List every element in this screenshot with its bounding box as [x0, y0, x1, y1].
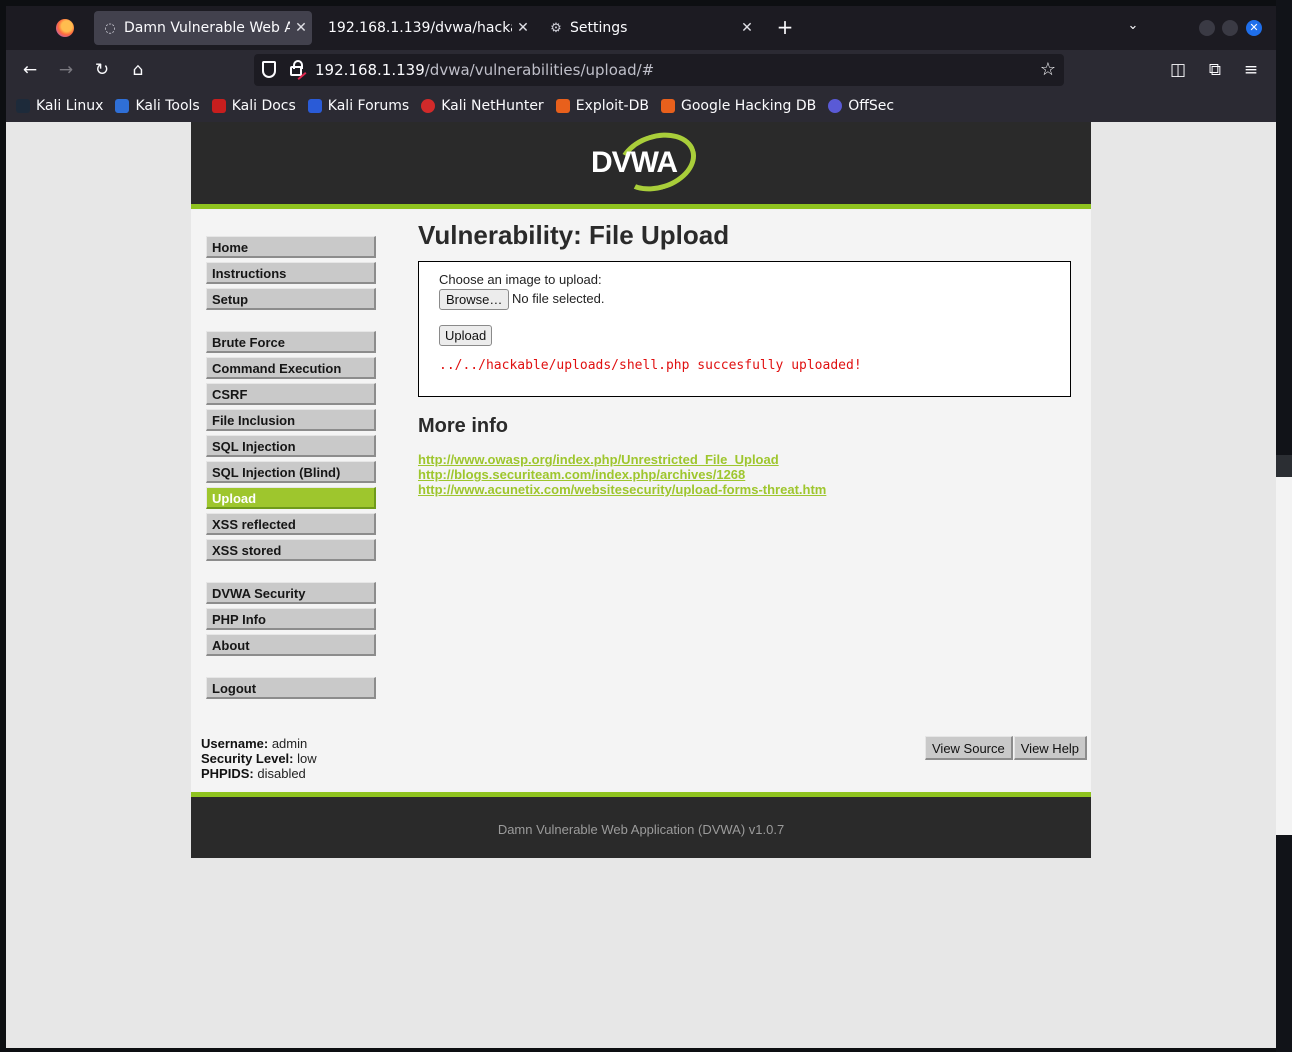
menu-item-xss-reflected[interactable]: XSS reflected	[206, 513, 376, 535]
dvwa-container: DVWA Home Instructions Setup Brute Force…	[191, 122, 1091, 858]
page-title: Vulnerability: File Upload	[418, 220, 730, 250]
menu-item-dvwa-security[interactable]: DVWA Security	[206, 582, 376, 604]
bookmark-kali-docs[interactable]: Kali Docs	[211, 98, 296, 114]
forward-arrow-icon[interactable]: →	[54, 58, 78, 82]
new-tab-button[interactable]: +	[774, 17, 796, 39]
insecure-lock-icon[interactable]	[290, 60, 303, 76]
exploit-db-icon	[555, 99, 570, 113]
sidebar-menu: Home Instructions Setup Brute Force Comm…	[206, 236, 376, 703]
address-bar[interactable]: 192.168.1.139/dvwa/vulnerabilities/uploa…	[254, 54, 1064, 86]
reload-icon[interactable]: ↻	[90, 58, 114, 82]
tab-label: Settings	[570, 20, 628, 36]
pocket-icon[interactable]: ◫	[1166, 58, 1190, 82]
close-window-button[interactable]: ✕	[1246, 20, 1262, 36]
navigation-toolbar: ← → ↻ ⌂ 192.168.1.139/dvwa/vulnerabiliti…	[6, 50, 1276, 90]
ghdb-icon	[660, 99, 675, 113]
no-file-selected-text: No file selected.	[512, 291, 605, 306]
tab-dvwa[interactable]: ◌ Damn Vulnerable Web Ap ✕	[94, 11, 312, 45]
upload-button[interactable]: Upload	[439, 325, 493, 346]
bookmark-kali-tools[interactable]: Kali Tools	[115, 98, 200, 114]
tab-label: 192.168.1.139/dvwa/hackable	[328, 20, 512, 36]
background-window	[1276, 455, 1292, 835]
dvwa-favicon-icon: ◌	[104, 20, 116, 36]
acunetix-link[interactable]: http://www.acunetix.com/websitesecurity/…	[418, 482, 1078, 497]
menu-item-xss-stored[interactable]: XSS stored	[206, 539, 376, 561]
home-icon[interactable]: ⌂	[126, 58, 150, 82]
tab-settings[interactable]: ⚙ Settings ✕	[540, 11, 758, 45]
offsec-icon	[828, 99, 843, 113]
menu-item-upload[interactable]: Upload	[206, 487, 376, 509]
bookmark-star-icon[interactable]: ☆	[1040, 59, 1056, 80]
kali-dragon-icon	[16, 99, 30, 113]
bookmark-google-hacking-db[interactable]: Google Hacking DB	[660, 98, 816, 114]
menu-item-logout[interactable]: Logout	[206, 677, 376, 699]
dvwa-logo: DVWA	[587, 123, 704, 201]
tracking-shield-icon[interactable]	[262, 61, 276, 78]
minimize-button[interactable]	[1199, 20, 1215, 36]
tab-bar: ◌ Damn Vulnerable Web Ap ✕ 192.168.1.139…	[6, 6, 1276, 50]
user-info: Username: admin Security Level: low PHPI…	[201, 736, 317, 781]
source-help-buttons: View Source View Help	[925, 736, 1088, 760]
footer-text: Damn Vulnerable Web Application (DVWA) v…	[497, 822, 785, 837]
close-tab-icon[interactable]: ✕	[512, 20, 534, 36]
menu-item-command-execution[interactable]: Command Execution	[206, 357, 376, 379]
nethunter-icon	[421, 99, 436, 113]
menu-item-php-info[interactable]: PHP Info	[206, 608, 376, 630]
more-info-links: http://www.owasp.org/index.php/Unrestric…	[418, 452, 1078, 497]
bookmark-exploit-db[interactable]: Exploit-DB	[555, 98, 649, 114]
dvwa-header: DVWA	[191, 122, 1091, 204]
extensions-icon[interactable]: ⧉	[1203, 58, 1227, 82]
hamburger-menu-icon[interactable]: ≡	[1239, 58, 1263, 82]
maximize-button[interactable]	[1222, 20, 1238, 36]
securiteam-link[interactable]: http://blogs.securiteam.com/index.php/ar…	[418, 467, 1078, 482]
kali-docs-icon	[211, 99, 226, 113]
page-viewport: DVWA Home Instructions Setup Brute Force…	[6, 122, 1276, 1048]
menu-item-about[interactable]: About	[206, 634, 376, 656]
bookmark-kali-linux[interactable]: Kali Linux	[16, 98, 103, 114]
upload-success-message: ../../hackable/uploads/shell.php succesf…	[439, 358, 862, 373]
tab-hackable[interactable]: 192.168.1.139/dvwa/hackable ✕	[318, 11, 534, 45]
menu-item-setup[interactable]: Setup	[206, 288, 376, 310]
owasp-link[interactable]: http://www.owasp.org/index.php/Unrestric…	[418, 452, 1078, 467]
dvwa-footer: Damn Vulnerable Web Application (DVWA) v…	[191, 792, 1091, 858]
menu-item-csrf[interactable]: CSRF	[206, 383, 376, 405]
tab-list-chevron-icon[interactable]: ⌄	[1123, 18, 1143, 38]
browser-window: ◌ Damn Vulnerable Web Ap ✕ 192.168.1.139…	[6, 6, 1276, 1048]
more-info-heading: More info	[418, 415, 508, 437]
menu-item-instructions[interactable]: Instructions	[206, 262, 376, 284]
gear-icon: ⚙	[550, 20, 562, 36]
firefox-logo-icon[interactable]	[56, 19, 74, 37]
menu-item-home[interactable]: Home	[206, 236, 376, 258]
bookmark-kali-forums[interactable]: Kali Forums	[307, 98, 409, 114]
view-help-button[interactable]: View Help	[1013, 736, 1088, 760]
header-accent-bar	[191, 204, 1091, 209]
close-tab-icon[interactable]: ✕	[290, 20, 312, 36]
bookmarks-toolbar: Kali Linux Kali Tools Kali Docs Kali For…	[6, 90, 1276, 122]
upload-label: Choose an image to upload:	[439, 272, 602, 287]
close-tab-icon[interactable]: ✕	[736, 20, 758, 36]
menu-item-file-inclusion[interactable]: File Inclusion	[206, 409, 376, 431]
back-arrow-icon[interactable]: ←	[18, 58, 42, 82]
menu-item-brute-force[interactable]: Brute Force	[206, 331, 376, 353]
menu-item-sql-injection[interactable]: SQL Injection	[206, 435, 376, 457]
desktop-background	[1276, 0, 1292, 1052]
main-content: Vulnerability: File Upload Choose an ima…	[418, 220, 1078, 497]
bookmark-offsec[interactable]: OffSec	[828, 98, 894, 114]
browse-file-button[interactable]: Browse…	[439, 289, 510, 310]
menu-item-sql-injection-blind[interactable]: SQL Injection (Blind)	[206, 461, 376, 483]
kali-tools-icon	[115, 99, 130, 113]
view-source-button[interactable]: View Source	[925, 736, 1013, 760]
url-text[interactable]: 192.168.1.139/dvwa/vulnerabilities/uploa…	[315, 61, 654, 79]
upload-form-box: Choose an image to upload: Browse… No fi…	[418, 261, 1071, 397]
tab-label: Damn Vulnerable Web Ap	[124, 20, 290, 36]
bookmark-kali-nethunter[interactable]: Kali NetHunter	[421, 98, 544, 114]
kali-forums-icon	[307, 99, 322, 113]
